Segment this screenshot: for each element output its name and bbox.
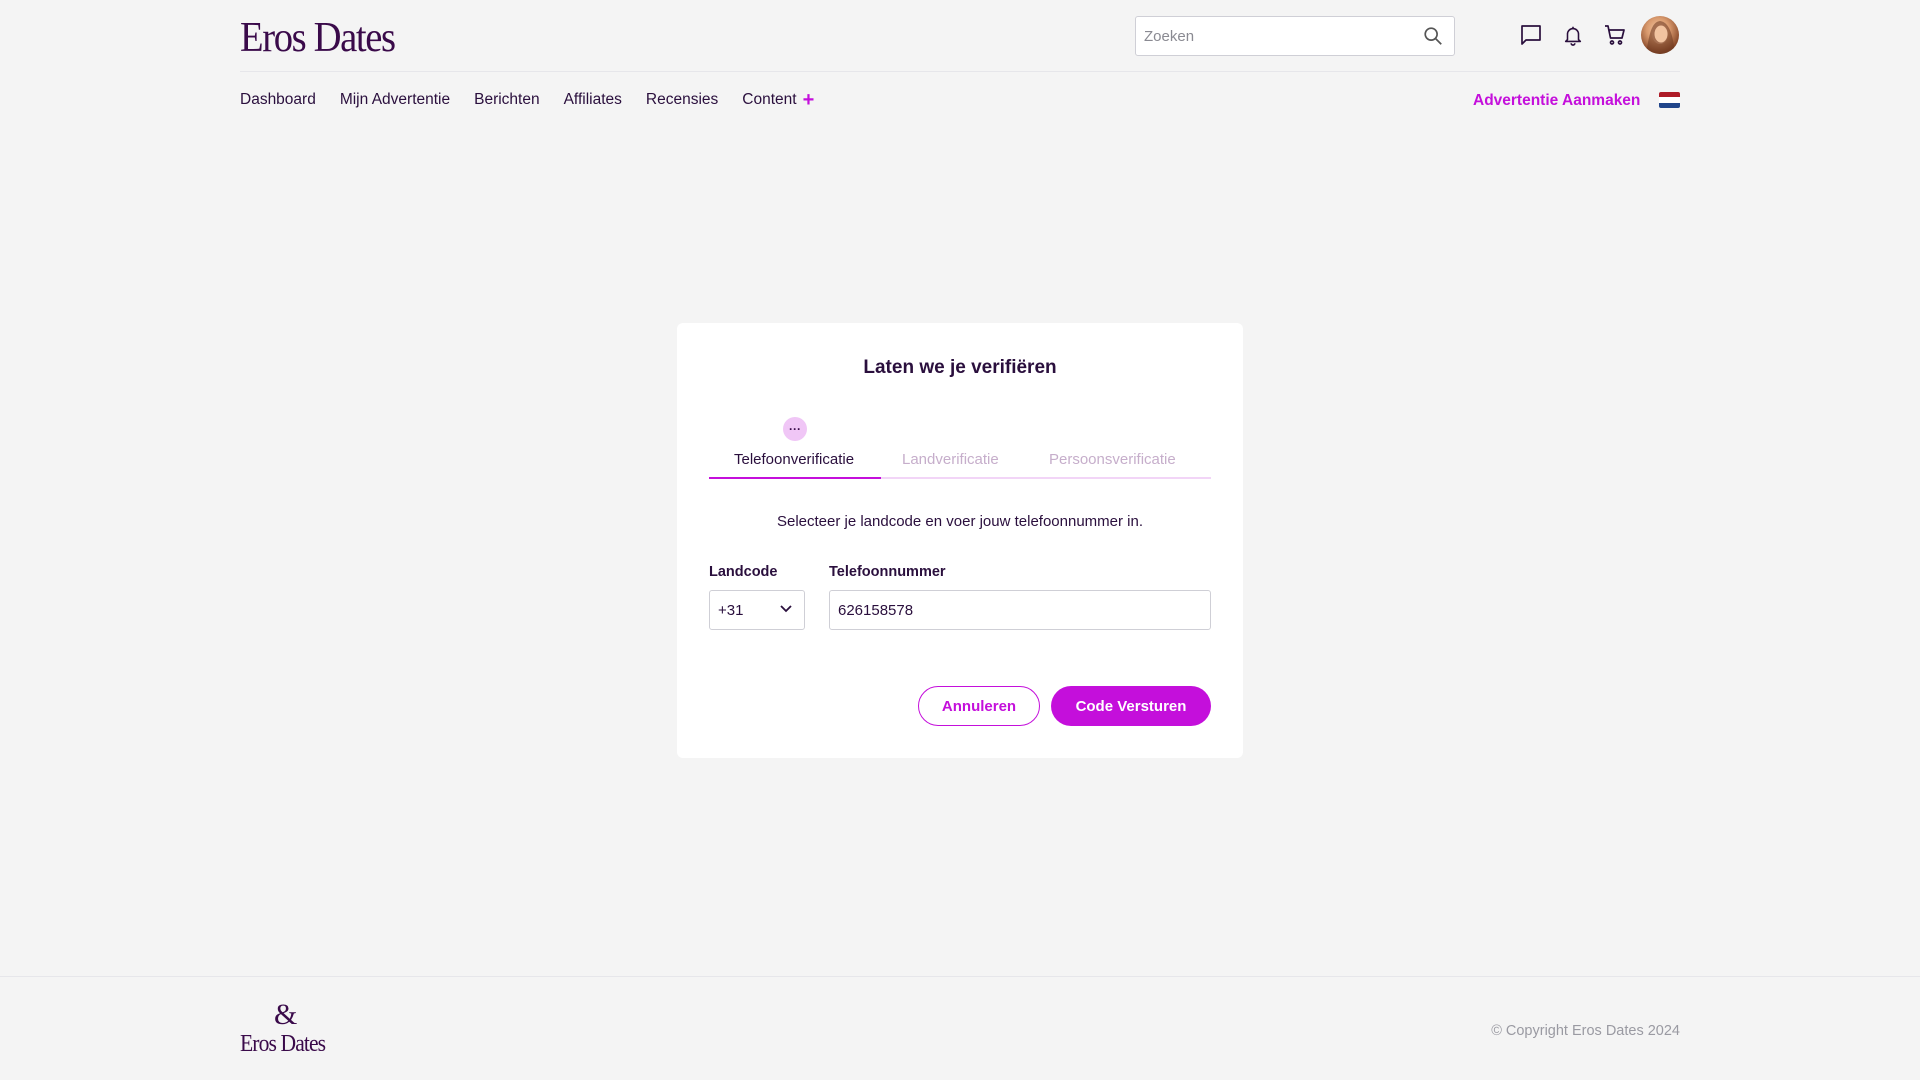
nav-content[interactable]: Content +	[742, 90, 814, 110]
search-input[interactable]	[1144, 27, 1422, 45]
tab-persoonsverificatie[interactable]: Persoonsverificatie	[1049, 451, 1176, 468]
header-divider	[240, 71, 1680, 72]
main-nav: Dashboard Mijn Advertentie Berichten Aff…	[240, 90, 814, 110]
header-icons	[1518, 20, 1628, 50]
tab-landverificatie[interactable]: Landverificatie	[902, 451, 999, 468]
phone-label: Telefoonnummer	[829, 564, 946, 580]
nav-content-label: Content	[742, 91, 797, 108]
nav-affiliates[interactable]: Affiliates	[564, 91, 622, 109]
search-icon[interactable]	[1422, 25, 1444, 47]
plus-icon: +	[802, 89, 815, 111]
cart-icon[interactable]	[1602, 20, 1628, 50]
nav-dashboard[interactable]: Dashboard	[240, 91, 316, 109]
nav-mijn-advertentie[interactable]: Mijn Advertentie	[340, 91, 450, 109]
phone-input[interactable]	[829, 590, 1211, 630]
copyright-text: © Copyright Eros Dates 2024	[1491, 1023, 1680, 1039]
tab-telefoonverificatie[interactable]: Telefoonverificatie	[734, 451, 854, 468]
active-tab-indicator	[709, 477, 881, 479]
step-badge: ···	[783, 417, 807, 441]
footer-logo[interactable]: & Eros Dates	[240, 998, 340, 1058]
logo[interactable]: Eros Dates	[240, 14, 396, 62]
instruction-text: Selecteer je landcode en voer jouw telef…	[776, 513, 1144, 530]
country-code-select[interactable]: +31	[709, 590, 805, 630]
footer-logo-text: Eros Dates	[240, 1031, 326, 1057]
netherlands-flag-icon[interactable]	[1659, 92, 1680, 108]
country-code-value: +31	[718, 601, 744, 619]
cancel-button[interactable]: Annuleren	[918, 686, 1040, 726]
search-box[interactable]	[1135, 16, 1455, 56]
country-code-label: Landcode	[709, 564, 778, 580]
create-ad-link[interactable]: Advertentie Aanmaken	[1473, 92, 1640, 110]
verification-tabs: Telefoonverificatie Landverificatie Pers…	[709, 445, 1211, 479]
avatar[interactable]	[1641, 16, 1679, 54]
bell-icon[interactable]	[1560, 20, 1586, 50]
chevron-down-icon	[778, 600, 794, 620]
send-code-button[interactable]: Code Versturen	[1051, 686, 1211, 726]
nav-recensies[interactable]: Recensies	[646, 91, 718, 109]
modal-title: Laten we je verifiëren	[863, 357, 1057, 378]
footer-logo-mark: &	[274, 998, 298, 1031]
footer: & Eros Dates © Copyright Eros Dates 2024	[0, 976, 1920, 1080]
header: Eros Dates Zoeken Dashboard Mijn Adverte…	[0, 0, 1920, 132]
verification-modal: Laten we je verifiëren ··· Telefoonverif…	[677, 323, 1243, 758]
nav-berichten[interactable]: Berichten	[474, 91, 539, 109]
chat-icon[interactable]	[1518, 20, 1544, 50]
